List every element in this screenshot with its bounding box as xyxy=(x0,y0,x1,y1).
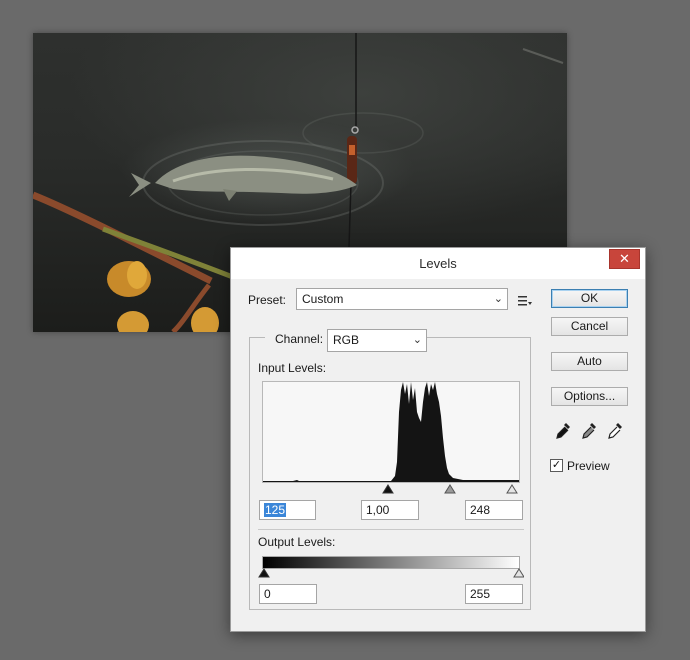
preset-menu-icon[interactable] xyxy=(518,295,532,307)
preview-label: Preview xyxy=(567,459,610,473)
cancel-button[interactable]: Cancel xyxy=(551,317,628,336)
gray-eyedropper-icon[interactable] xyxy=(581,422,597,440)
input-white-field[interactable]: 248 xyxy=(465,500,523,520)
white-eyedropper-icon[interactable] xyxy=(607,422,623,440)
output-levels-label: Output Levels: xyxy=(258,535,336,549)
input-levels-slider[interactable] xyxy=(262,483,520,495)
title-bar[interactable]: Levels ✕ xyxy=(231,248,645,279)
preset-value: Custom xyxy=(302,292,344,306)
preset-dropdown[interactable]: Custom ⌄ xyxy=(296,288,508,310)
histogram-plot xyxy=(263,382,519,482)
output-levels-slider[interactable] xyxy=(258,567,524,579)
black-eyedropper-icon[interactable] xyxy=(555,422,571,440)
close-button[interactable]: ✕ xyxy=(609,249,640,269)
input-white-value: 248 xyxy=(470,503,491,517)
input-levels-label: Input Levels: xyxy=(258,361,327,375)
levels-dialog: Levels ✕ Preset: Custom ⌄ Channel: RGB ⌄… xyxy=(230,247,646,632)
auto-button[interactable]: Auto xyxy=(551,352,628,371)
output-black-field[interactable]: 0 xyxy=(259,584,317,604)
input-gamma-handle xyxy=(444,484,456,494)
histogram xyxy=(262,381,520,483)
channel-value: RGB xyxy=(333,333,360,347)
output-white-point-handle xyxy=(513,568,524,578)
input-black-value: 125 xyxy=(264,503,287,517)
input-white-point-handle xyxy=(506,484,518,494)
output-white-value: 255 xyxy=(470,587,491,601)
close-icon: ✕ xyxy=(619,251,630,266)
section-divider xyxy=(258,529,524,530)
chevron-down-icon: ⌄ xyxy=(412,334,422,346)
chevron-down-icon: ⌄ xyxy=(493,293,503,305)
dialog-title: Levels xyxy=(419,256,457,271)
check-icon: ✓ xyxy=(551,459,562,471)
input-gamma-field[interactable]: 1,00 xyxy=(361,500,419,520)
input-black-field[interactable]: 125 xyxy=(259,500,316,520)
output-black-value: 0 xyxy=(264,587,271,601)
preview-checkbox[interactable]: ✓ xyxy=(550,459,563,472)
ok-button[interactable]: OK xyxy=(551,289,628,308)
channel-dropdown[interactable]: RGB ⌄ xyxy=(327,329,427,352)
input-black-point-handle xyxy=(382,484,394,494)
options-button[interactable]: Options... xyxy=(551,387,628,406)
preset-label: Preset: xyxy=(248,293,287,307)
channel-label: Channel: xyxy=(265,332,334,346)
input-gamma-value: 1,00 xyxy=(366,503,390,517)
output-white-field[interactable]: 255 xyxy=(465,584,523,604)
output-black-point-handle xyxy=(258,568,270,578)
